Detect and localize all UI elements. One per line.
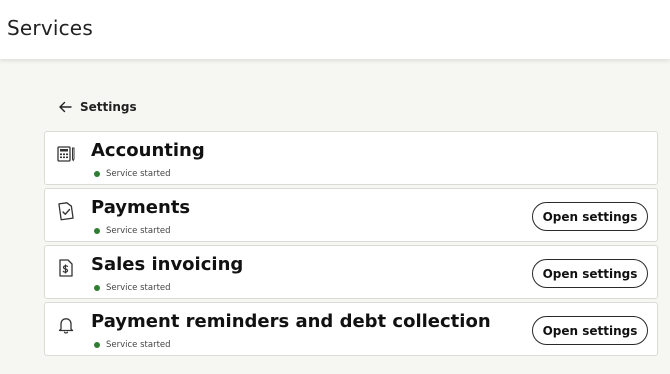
- bell-icon: [57, 315, 75, 335]
- service-status: Service started: [94, 340, 171, 350]
- service-card-payment-reminders: Payment reminders and debt collection Se…: [44, 302, 658, 356]
- service-name: Payment reminders and debt collection: [91, 311, 491, 332]
- back-to-settings-link[interactable]: Settings: [58, 100, 137, 114]
- back-link-label: Settings: [80, 100, 137, 114]
- open-settings-button-payment-reminders[interactable]: Open settings: [532, 316, 648, 345]
- arrow-left-icon: [58, 101, 72, 113]
- service-name: Payments: [91, 197, 191, 218]
- status-dot: [94, 171, 100, 177]
- service-status-text: Service started: [106, 340, 171, 350]
- invoice-dollar-icon: [57, 258, 75, 278]
- open-settings-button-sales-invoicing[interactable]: Open settings: [532, 259, 648, 288]
- top-bar: Services: [0, 0, 670, 59]
- service-card-payments: Payments Service started Open settings: [44, 188, 658, 242]
- service-name: Sales invoicing: [91, 254, 244, 275]
- service-status-text: Service started: [106, 226, 171, 236]
- services-list: Accounting Service started Payments Serv…: [44, 131, 658, 359]
- status-dot: [94, 342, 100, 348]
- status-dot: [94, 228, 100, 234]
- service-status: Service started: [94, 226, 171, 236]
- page-title: Services: [7, 16, 93, 40]
- status-dot: [94, 285, 100, 291]
- service-name: Accounting: [91, 140, 205, 161]
- service-card-accounting: Accounting Service started: [44, 131, 658, 185]
- open-settings-button-payments[interactable]: Open settings: [532, 202, 648, 231]
- service-card-sales-invoicing: Sales invoicing Service started Open set…: [44, 245, 658, 299]
- service-status: Service started: [94, 169, 171, 179]
- payment-document-icon: [57, 201, 75, 221]
- calculator-icon: [57, 144, 75, 164]
- service-status-text: Service started: [106, 283, 171, 293]
- service-status-text: Service started: [106, 169, 171, 179]
- service-status: Service started: [94, 283, 171, 293]
